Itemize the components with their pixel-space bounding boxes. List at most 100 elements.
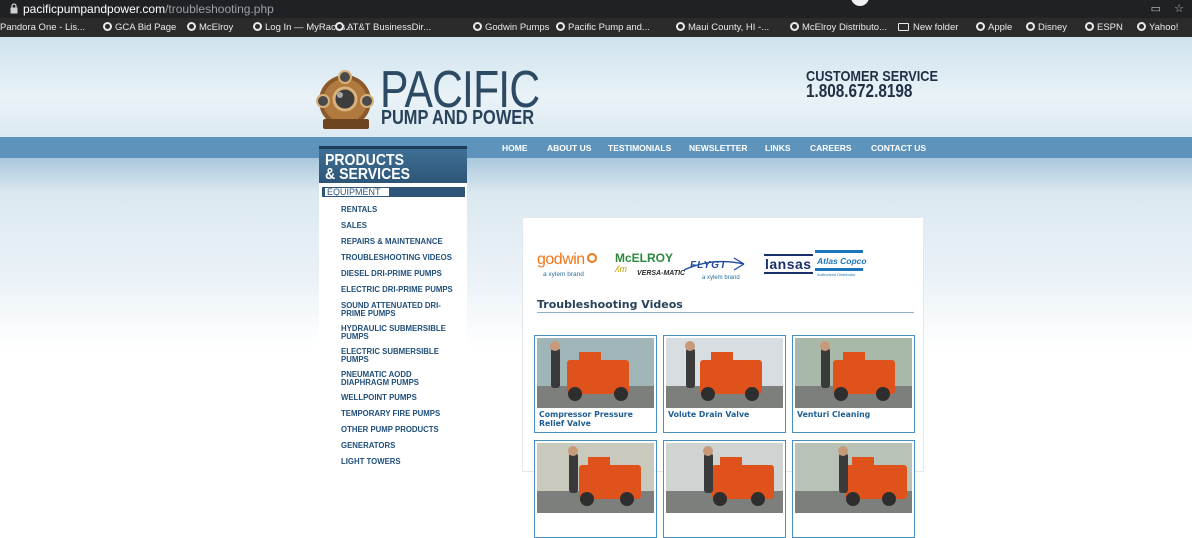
sidebar-item[interactable]: LIGHT TOWERS [341,458,471,466]
nav-home[interactable]: HOME [502,143,528,153]
sidebar-item[interactable]: PNEUMATIC AODD DIAPHRAGM PUMPS [341,371,471,387]
bookmark-label: Apple [988,22,1013,33]
bookmarks-bar: Pandora One - Lis... GCA Bid Page McElroy L… [0,18,1192,37]
sidebar-item[interactable]: SOUND ATTENUATED DRI- PRIME PUMPS [341,302,471,318]
bookmark-item[interactable]: Pandora One - Lis... [0,22,85,33]
sidebar-item[interactable]: DIESEL DRI-PRIME PUMPS [341,270,471,278]
bookmark-item[interactable]: Pacific Pump and... [556,22,650,33]
partner-logos: godwin a xylem brand McELROY ʎm VERSA-MA… [537,250,917,281]
sidebar-item-label: RENTALS [341,205,378,214]
url-host: pacificpumpandpower.com [23,2,166,16]
video-caption[interactable]: Compressor Pressure Relief Valve [539,410,655,428]
video-thumbnail-image [537,338,654,408]
nav-newsletter[interactable]: NEWSLETTER [689,143,748,153]
lock-icon [10,3,18,14]
sidebar-item-label: WELLPOINT PUMPS [341,393,417,402]
sidebar-item[interactable]: REPAIRS & MAINTENANCE [341,238,471,246]
page-title: Troubleshooting Videos [537,298,683,311]
bookmark-item[interactable]: McElroy [187,22,233,33]
bookmark-item[interactable]: McElroy Distributo... [790,22,887,33]
video-card[interactable]: Compressor Pressure Relief Valve [534,335,657,433]
address-bar[interactable]: pacificpumpandpower.com/troubleshooting.… [0,0,1192,18]
video-thumbnail-image [537,443,654,513]
lansas-logo[interactable]: lansas [764,254,813,274]
video-thumbnail[interactable] [666,443,783,513]
site-logo[interactable]: PACIFIC PUMP AND POWER [313,61,540,137]
nav-contact-us[interactable]: CONTACT US [871,143,926,153]
video-thumbnail[interactable] [666,338,783,408]
sidebar: PRODUCTS & SERVICES EQUIPMENT RENTALS SAL… [319,146,467,472]
godwin-logo[interactable]: godwin a xylem brand [537,251,597,278]
main-nav: HOME ABOUT US TESTIMONIALS NEWSLETTER LI… [0,137,1192,158]
bookmark-item[interactable]: GCA Bid Page [103,22,176,33]
bookmark-item[interactable]: Apple [976,22,1012,33]
globe-icon [1026,22,1035,31]
sidebar-item[interactable]: OTHER PUMP PRODUCTS [341,426,471,434]
sidebar-section-label[interactable]: EQUIPMENT [324,187,390,197]
globe-icon [473,22,482,31]
bookmark-item[interactable]: Yahoo! [1137,22,1178,33]
bookmark-item[interactable]: ESPN [1085,22,1123,33]
nav-careers[interactable]: CAREERS [810,143,852,153]
reading-mode-icon[interactable]: ▭ [1151,3,1161,15]
video-card[interactable] [792,440,915,538]
globe-icon [976,22,985,31]
sidebar-item-label: TROUBLESHOOTING VIDEOS [341,253,452,262]
bookmark-item[interactable]: AT&T BusinessDir... [335,22,431,33]
globe-icon [187,22,196,31]
customer-service-phone[interactable]: 1.808.672.8198 [806,82,938,100]
camera-notch [851,0,869,6]
bookmark-label: McElroy Distributo... [802,22,887,33]
sidebar-item[interactable]: TROUBLESHOOTING VIDEOS [341,254,471,262]
title-divider [537,312,914,313]
sidebar-item-label: DIESEL DRI-PRIME PUMPS [341,269,442,278]
video-caption[interactable]: Venturi Cleaning [797,410,913,419]
video-thumbnail-image [666,338,783,408]
video-caption[interactable]: Volute Drain Valve [668,410,784,419]
bookmark-item[interactable]: New folder [898,22,958,33]
sidebar-item-label: LIGHT TOWERS [341,457,401,466]
sidebar-item-label: DIAPHRAGM PUMPS [341,378,419,387]
web-page: PACIFIC PUMP AND POWER CUSTOMER SERVICE … [0,37,1192,538]
video-thumbnail[interactable] [537,338,654,408]
sidebar-item[interactable]: ELECTRIC SUBMERSIBLE PUMPS [341,348,471,364]
video-card[interactable]: Volute Drain Valve [663,335,786,433]
nav-about-us[interactable]: ABOUT US [547,143,591,153]
sidebar-item[interactable]: RENTALS [341,206,471,214]
sidebar-item[interactable]: SALES [341,222,471,230]
sidebar-item-label: ELECTRIC DRI-PRIME PUMPS [341,285,453,294]
atlas-copco-logo[interactable]: Atlas Copco Authorized Distributor [815,250,867,280]
sidebar-item-label: REPAIRS & MAINTENANCE [341,237,443,246]
nav-testimonials[interactable]: TESTIMONIALS [608,143,671,153]
bookmark-label: Yahoo! [1149,22,1179,33]
sidebar-section-bar: EQUIPMENT [322,187,465,197]
globe-icon [253,22,262,31]
video-card[interactable] [663,440,786,538]
sidebar-menu: RENTALS SALES REPAIRS & MAINTENANCE TROUBLE… [341,206,471,474]
globe-icon [676,22,685,31]
globe-icon [556,22,565,31]
video-thumbnail[interactable] [795,338,912,408]
nav-links[interactable]: LINKS [765,143,791,153]
bookmark-item[interactable]: Maui County, HI -... [676,22,769,33]
bookmark-label: Maui County, HI -... [688,22,770,33]
bookmark-item[interactable]: Godwin Pumps [473,22,549,33]
video-card[interactable] [534,440,657,538]
sidebar-item[interactable]: TEMPORARY FIRE PUMPS [341,410,471,418]
mcelroy-logo[interactable]: McELROY ʎm VERSA-MATIC [615,251,685,281]
sidebar-item[interactable]: HYDRAULIC SUBMERSIBLE PUMPS [341,325,471,341]
video-thumbnail-image [795,338,912,408]
sidebar-item-label: OTHER PUMP PRODUCTS [341,425,439,434]
video-thumbnail[interactable] [795,443,912,513]
url-text[interactable]: pacificpumpandpower.com/troubleshooting.… [23,2,274,16]
video-card[interactable]: Venturi Cleaning [792,335,915,433]
flygt-logo[interactable]: FLYGT a xylem brand [682,255,752,281]
bookmark-item[interactable]: Disney [1026,22,1067,33]
bookmark-star-icon[interactable]: ☆ [1174,3,1184,15]
sidebar-item[interactable]: ELECTRIC DRI-PRIME PUMPS [341,286,471,294]
bookmark-label: ESPN [1097,22,1123,33]
sidebar-item[interactable]: GENERATORS [341,442,471,450]
video-thumbnail[interactable] [537,443,654,513]
globe-icon [1137,22,1146,31]
sidebar-item[interactable]: WELLPOINT PUMPS [341,394,471,402]
